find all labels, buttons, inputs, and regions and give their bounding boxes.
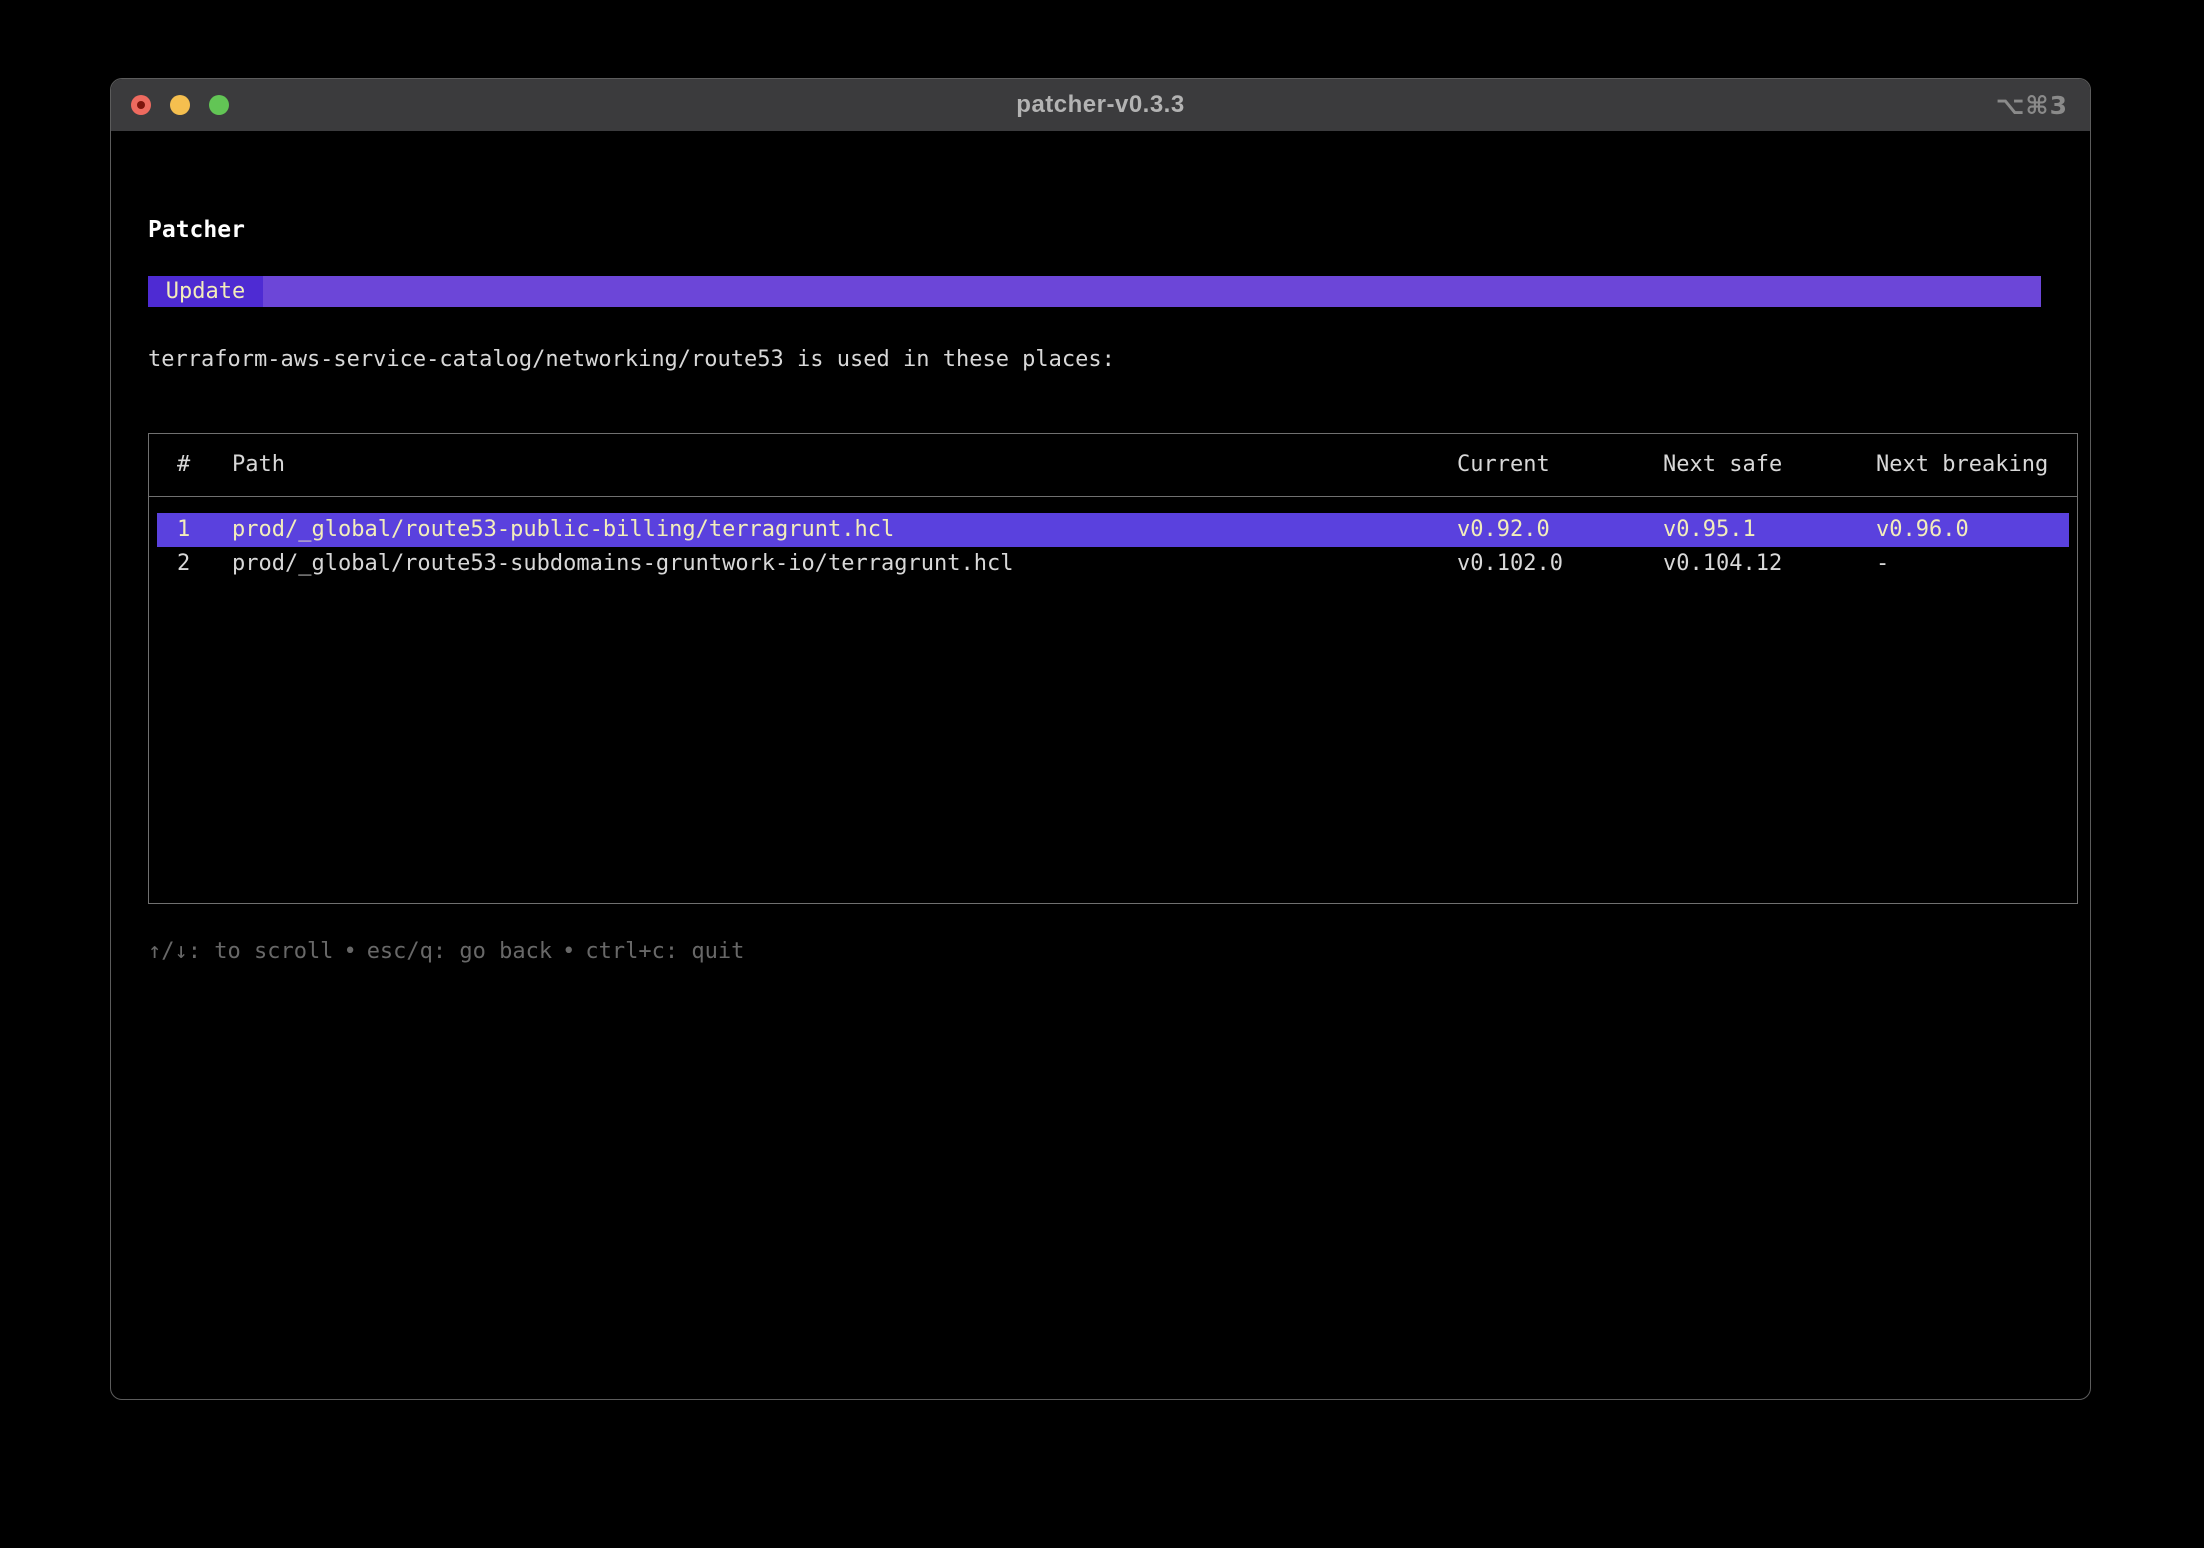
window-shortcut-badge: ⌥⌘3: [1996, 79, 2068, 131]
page-title: Patcher: [148, 213, 2053, 247]
usage-description: terraform-aws-service-catalog/networking…: [148, 343, 2053, 377]
terminal-content: Patcher Update terraform-aws-service-cat…: [111, 213, 2090, 969]
unsaved-dot-icon: [137, 101, 145, 109]
zoom-button-icon[interactable]: [209, 95, 229, 115]
row-path: prod/_global/route53-public-billing/terr…: [232, 513, 1457, 547]
row-number: 2: [177, 547, 232, 581]
row-path: prod/_global/route53-subdomains-gruntwor…: [232, 547, 1457, 581]
column-header-num: #: [177, 448, 232, 482]
close-button-icon[interactable]: [131, 95, 151, 115]
table-row[interactable]: 2 prod/_global/route53-subdomains-gruntw…: [157, 547, 2069, 581]
column-header-next-safe: Next safe: [1663, 448, 1876, 482]
row-current-version: v0.92.0: [1457, 513, 1663, 547]
window-titlebar: patcher-v0.3.3 ⌥⌘3: [111, 79, 2090, 131]
row-current-version: v0.102.0: [1457, 547, 1663, 581]
window-title: patcher-v0.3.3: [1016, 91, 1184, 119]
hint-separator: •: [562, 939, 575, 964]
column-header-path: Path: [232, 448, 1457, 482]
column-header-current: Current: [1457, 448, 1663, 482]
row-next-breaking-version: -: [1876, 547, 2069, 581]
row-number: 1: [177, 513, 232, 547]
table-row[interactable]: 1 prod/_global/route53-public-billing/te…: [157, 513, 2069, 547]
row-next-safe-version: v0.104.12: [1663, 547, 1876, 581]
hint-scroll: ↑/↓: to scroll: [148, 939, 333, 964]
column-header-next-breaking: Next breaking: [1876, 448, 2077, 482]
minimize-button-icon[interactable]: [170, 95, 190, 115]
hint-quit: ctrl+c: quit: [585, 939, 744, 964]
header-separator: [149, 496, 2077, 497]
hint-go-back: esc/q: go back: [367, 939, 552, 964]
row-next-safe-version: v0.95.1: [1663, 513, 1876, 547]
tab-update[interactable]: Update: [148, 276, 263, 307]
traffic-lights: [131, 79, 229, 131]
terminal-window: patcher-v0.3.3 ⌥⌘3 Patcher Update terraf…: [110, 78, 2091, 1400]
table-header-row: # Path Current Next safe Next breaking: [149, 448, 2077, 482]
hint-separator: •: [343, 939, 356, 964]
table-body: 1 prod/_global/route53-public-billing/te…: [149, 513, 2077, 581]
tab-bar: Update: [148, 276, 2041, 307]
usage-table: # Path Current Next safe Next breaking 1…: [148, 433, 2078, 904]
keyboard-hints: ↑/↓: to scroll • esc/q: go back • ctrl+c: qu…: [148, 935, 2053, 969]
row-next-breaking-version: v0.96.0: [1876, 513, 2069, 547]
